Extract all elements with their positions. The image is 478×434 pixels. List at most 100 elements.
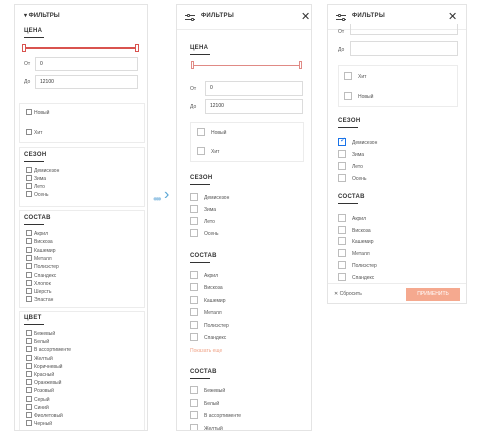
checkbox[interactable] xyxy=(190,308,198,317)
flag-option[interactable]: Новый xyxy=(197,128,226,137)
color-option[interactable]: Бежевый xyxy=(190,386,225,395)
color-option[interactable]: Синий xyxy=(26,403,49,412)
checkbox[interactable] xyxy=(338,150,346,158)
checkbox[interactable] xyxy=(190,193,198,201)
price-min-handle[interactable] xyxy=(22,44,26,52)
checkbox[interactable] xyxy=(344,72,352,80)
checkbox[interactable] xyxy=(26,191,32,197)
price-from-input[interactable]: 0 xyxy=(205,81,303,96)
checkbox[interactable] xyxy=(26,288,32,295)
color-option[interactable]: Фиолетовый xyxy=(26,412,63,420)
season-option[interactable]: Зима xyxy=(190,205,216,214)
checkbox[interactable] xyxy=(197,147,205,155)
checkbox[interactable] xyxy=(26,246,32,253)
checkbox[interactable] xyxy=(26,167,32,173)
composition-option[interactable]: Шерсть xyxy=(26,288,52,296)
checkbox[interactable] xyxy=(338,225,346,234)
price-range-track[interactable] xyxy=(193,65,299,66)
color-option[interactable]: В ассортименте xyxy=(26,346,71,354)
season-option[interactable]: Осень xyxy=(338,174,367,183)
price-to-input[interactable]: 12100 xyxy=(35,75,138,89)
checkbox[interactable] xyxy=(26,395,32,402)
color-option[interactable]: Белый xyxy=(190,398,219,408)
flag-option[interactable]: Хит xyxy=(344,72,366,81)
composition-option[interactable]: Акрил xyxy=(26,230,48,238)
season-option[interactable]: Лето xyxy=(190,217,215,226)
color-option[interactable]: Белый xyxy=(26,338,49,346)
checkbox[interactable] xyxy=(26,263,32,270)
price-range-track[interactable] xyxy=(24,47,138,49)
color-option[interactable]: Желтый xyxy=(190,423,223,430)
color-option[interactable]: В ассортименте xyxy=(190,411,241,420)
color-option[interactable]: Бежевый xyxy=(26,330,55,338)
checkbox[interactable] xyxy=(190,295,198,304)
checkbox[interactable] xyxy=(338,260,346,269)
checkbox[interactable] xyxy=(190,398,198,407)
season-option[interactable]: Демисезон xyxy=(26,167,59,175)
checkbox[interactable] xyxy=(26,354,32,361)
checkbox[interactable] xyxy=(344,92,352,100)
season-option[interactable]: ✓ Демисезон xyxy=(338,137,377,147)
price-from-input[interactable] xyxy=(350,24,458,35)
checkbox[interactable] xyxy=(190,423,198,430)
composition-option[interactable]: Кашемир xyxy=(26,246,56,255)
show-more-link[interactable]: Показать еще xyxy=(190,348,222,354)
composition-option[interactable]: Полиэстер xyxy=(190,320,229,330)
checkbox[interactable] xyxy=(338,174,346,182)
checkbox[interactable] xyxy=(26,109,32,115)
color-option[interactable]: Красный xyxy=(26,371,54,379)
checkbox[interactable] xyxy=(26,338,32,345)
checkbox[interactable] xyxy=(26,296,32,303)
checkbox[interactable] xyxy=(26,271,32,278)
filters-header[interactable]: ▾ ФИЛЬТРЫ xyxy=(24,12,60,19)
composition-option[interactable]: Полиэстер xyxy=(338,260,377,270)
price-max-handle[interactable] xyxy=(135,44,139,52)
checkbox[interactable] xyxy=(26,403,32,410)
price-from-input[interactable]: 0 xyxy=(35,57,138,71)
composition-option[interactable]: Акрил xyxy=(338,214,366,223)
composition-option[interactable]: Спандекс xyxy=(26,271,56,280)
checkbox[interactable] xyxy=(26,330,32,336)
checkbox[interactable] xyxy=(338,214,346,222)
composition-option[interactable]: Кашемир xyxy=(190,295,226,305)
composition-option[interactable]: Металл xyxy=(190,308,222,317)
composition-option[interactable]: Эластан xyxy=(26,296,53,304)
checkbox[interactable] xyxy=(26,379,32,386)
checkbox[interactable] xyxy=(338,237,346,246)
price-to-input[interactable]: 12100 xyxy=(205,99,303,114)
composition-option[interactable]: Спандекс xyxy=(190,333,226,342)
price-to-input[interactable] xyxy=(350,41,458,56)
color-option[interactable]: Желтый xyxy=(26,354,53,363)
composition-option[interactable]: Вискоза xyxy=(338,225,371,235)
checkbox[interactable] xyxy=(26,346,32,353)
color-option[interactable]: Черный xyxy=(26,420,52,428)
checkbox[interactable] xyxy=(190,386,198,394)
checkbox[interactable] xyxy=(26,371,32,377)
checkbox[interactable] xyxy=(338,249,346,258)
close-icon[interactable]: ✕ xyxy=(301,10,310,23)
flag-option[interactable]: Хит xyxy=(197,147,219,156)
season-option[interactable]: Зима xyxy=(26,175,46,183)
composition-option[interactable]: Хлопок xyxy=(26,279,51,288)
season-option[interactable]: Зима xyxy=(338,150,364,159)
composition-option[interactable]: Вискоза xyxy=(26,238,53,246)
color-option[interactable]: Серый xyxy=(26,395,50,404)
flag-option[interactable]: Новый xyxy=(344,92,373,101)
composition-option[interactable]: Полиэстер xyxy=(26,263,59,271)
checkbox[interactable] xyxy=(338,272,346,281)
composition-option[interactable]: Металл xyxy=(338,249,370,258)
checkbox[interactable] xyxy=(190,271,198,279)
color-option[interactable]: Розовый xyxy=(26,387,54,395)
price-min-handle[interactable] xyxy=(191,61,194,69)
checkbox[interactable] xyxy=(190,411,198,420)
checkbox[interactable] xyxy=(26,420,32,427)
flag-option[interactable]: Новый xyxy=(26,109,49,117)
price-max-handle[interactable] xyxy=(299,61,302,69)
checkbox[interactable] xyxy=(26,279,32,286)
checkbox[interactable] xyxy=(26,129,32,135)
checkbox[interactable] xyxy=(190,333,198,341)
checkbox[interactable] xyxy=(338,162,346,170)
checkbox[interactable] xyxy=(26,175,32,181)
close-icon[interactable]: ✕ xyxy=(448,10,457,23)
color-option[interactable]: Коричневый xyxy=(26,362,62,371)
